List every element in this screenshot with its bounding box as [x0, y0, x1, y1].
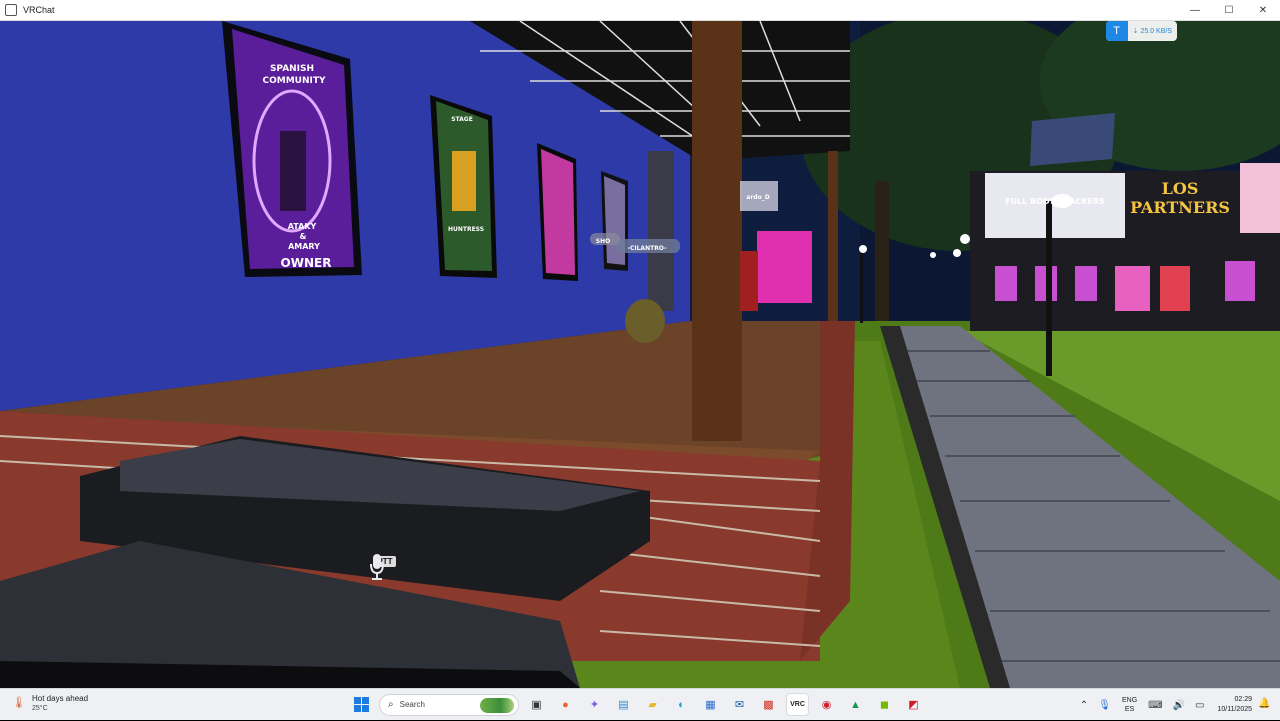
wooden-pillar — [692, 21, 742, 441]
battery-icon[interactable]: ▭ — [1195, 700, 1204, 711]
minimize-button[interactable]: — — [1178, 0, 1212, 21]
start-button[interactable] — [350, 693, 373, 716]
app-green-icon[interactable]: ▲ — [844, 693, 867, 716]
taskbar-apps: ⌕ Search ▣ ● ✦ ▤ ▰ ◐ ▦ ✉ ▩ VRC ◉ ▲ ◼ ◩ — [350, 693, 925, 716]
windows-start-icon — [354, 697, 369, 712]
news-icon[interactable]: ▩ — [757, 693, 780, 716]
notification-bell-icon[interactable]: 🔔 — [1258, 698, 1272, 712]
volume-icon[interactable]: 🔊 — [1173, 700, 1185, 711]
amd-icon[interactable]: ◩ — [902, 693, 925, 716]
store-icon[interactable]: ▦ — [699, 693, 722, 716]
nvidia-icon[interactable]: ◼ — [873, 693, 896, 716]
poster-4 — [601, 171, 628, 271]
poster-huntress — [430, 95, 497, 278]
clock-date: 10/11/2025 — [1217, 706, 1252, 713]
window-title: VRChat — [23, 5, 55, 15]
download-indicator: T ⇣ 25.0 KB/S — [1105, 21, 1177, 41]
vrchat-app-icon — [5, 4, 17, 16]
chevron-up-icon[interactable]: ⌃ — [1080, 700, 1088, 711]
search-placeholder: Search — [399, 700, 425, 709]
poster-owner — [222, 21, 362, 277]
microphone-icon — [370, 554, 384, 580]
app-red-icon[interactable]: ◉ — [815, 693, 838, 716]
copilot-icon[interactable]: ✦ — [583, 693, 606, 716]
weather-temp: 25°C — [32, 705, 48, 712]
system-tray: ⌃ 🎙 ENG ES ⌨ 🔊 ▭ 02:29 10/11/2025 🔔 — [1075, 689, 1280, 721]
push-to-talk-indicator: PTT — [370, 551, 400, 580]
microphone-tray-icon[interactable]: 🎙 — [1098, 700, 1111, 711]
download-rate: ⇣ 25.0 KB/S — [1132, 28, 1172, 35]
file-explorer-icon[interactable]: ▰ — [641, 693, 664, 716]
search-icon: ⌕ — [388, 699, 394, 710]
thermometer-icon: 🌡 — [12, 697, 26, 709]
close-button[interactable]: ✕ — [1246, 0, 1280, 21]
task-view-icon[interactable]: ▣ — [525, 693, 548, 716]
los-partners-sign: LOS PARTNERS — [1130, 179, 1230, 217]
photos-icon[interactable]: ▤ — [612, 693, 635, 716]
poster-3 — [537, 143, 578, 281]
weather-widget[interactable]: 🌡 Hot days ahead 25°C — [12, 694, 88, 712]
language-line2: ES — [1124, 706, 1135, 713]
scene-graphic — [0, 21, 1280, 688]
network-icon[interactable]: ⌨ — [1148, 700, 1162, 711]
download-app-icon: T — [1105, 21, 1128, 41]
language-line1: ENG — [1121, 697, 1138, 704]
los-partners-text: LOS PARTNERS — [1130, 179, 1230, 217]
maximize-button[interactable]: ☐ — [1212, 0, 1246, 21]
language-indicator[interactable]: ENG ES — [1122, 696, 1137, 714]
window-controls: — ☐ ✕ — [1178, 0, 1280, 21]
search-highlight-image — [480, 697, 514, 713]
windows-taskbar: 🌡 Hot days ahead 25°C ⌕ Search ▣ ● ✦ ▤ ▰… — [0, 688, 1280, 720]
vrchat-icon[interactable]: VRC — [786, 693, 809, 716]
firefox-icon[interactable]: ● — [554, 693, 577, 716]
window-titlebar: VRChat — ☐ ✕ — [0, 0, 1280, 21]
search-input[interactable]: ⌕ Search — [379, 693, 519, 716]
clock-time: 02:29 — [1234, 696, 1252, 703]
game-viewport[interactable]: SPANISH COMMUNITY ATAKY & AMARY OWNER ST… — [0, 21, 1280, 688]
edge-icon[interactable]: ◐ — [670, 693, 693, 716]
clock[interactable]: 02:29 10/11/2025 — [1217, 695, 1252, 715]
outlook-icon[interactable]: ✉ — [728, 693, 751, 716]
weather-title: Hot days ahead — [32, 694, 89, 703]
